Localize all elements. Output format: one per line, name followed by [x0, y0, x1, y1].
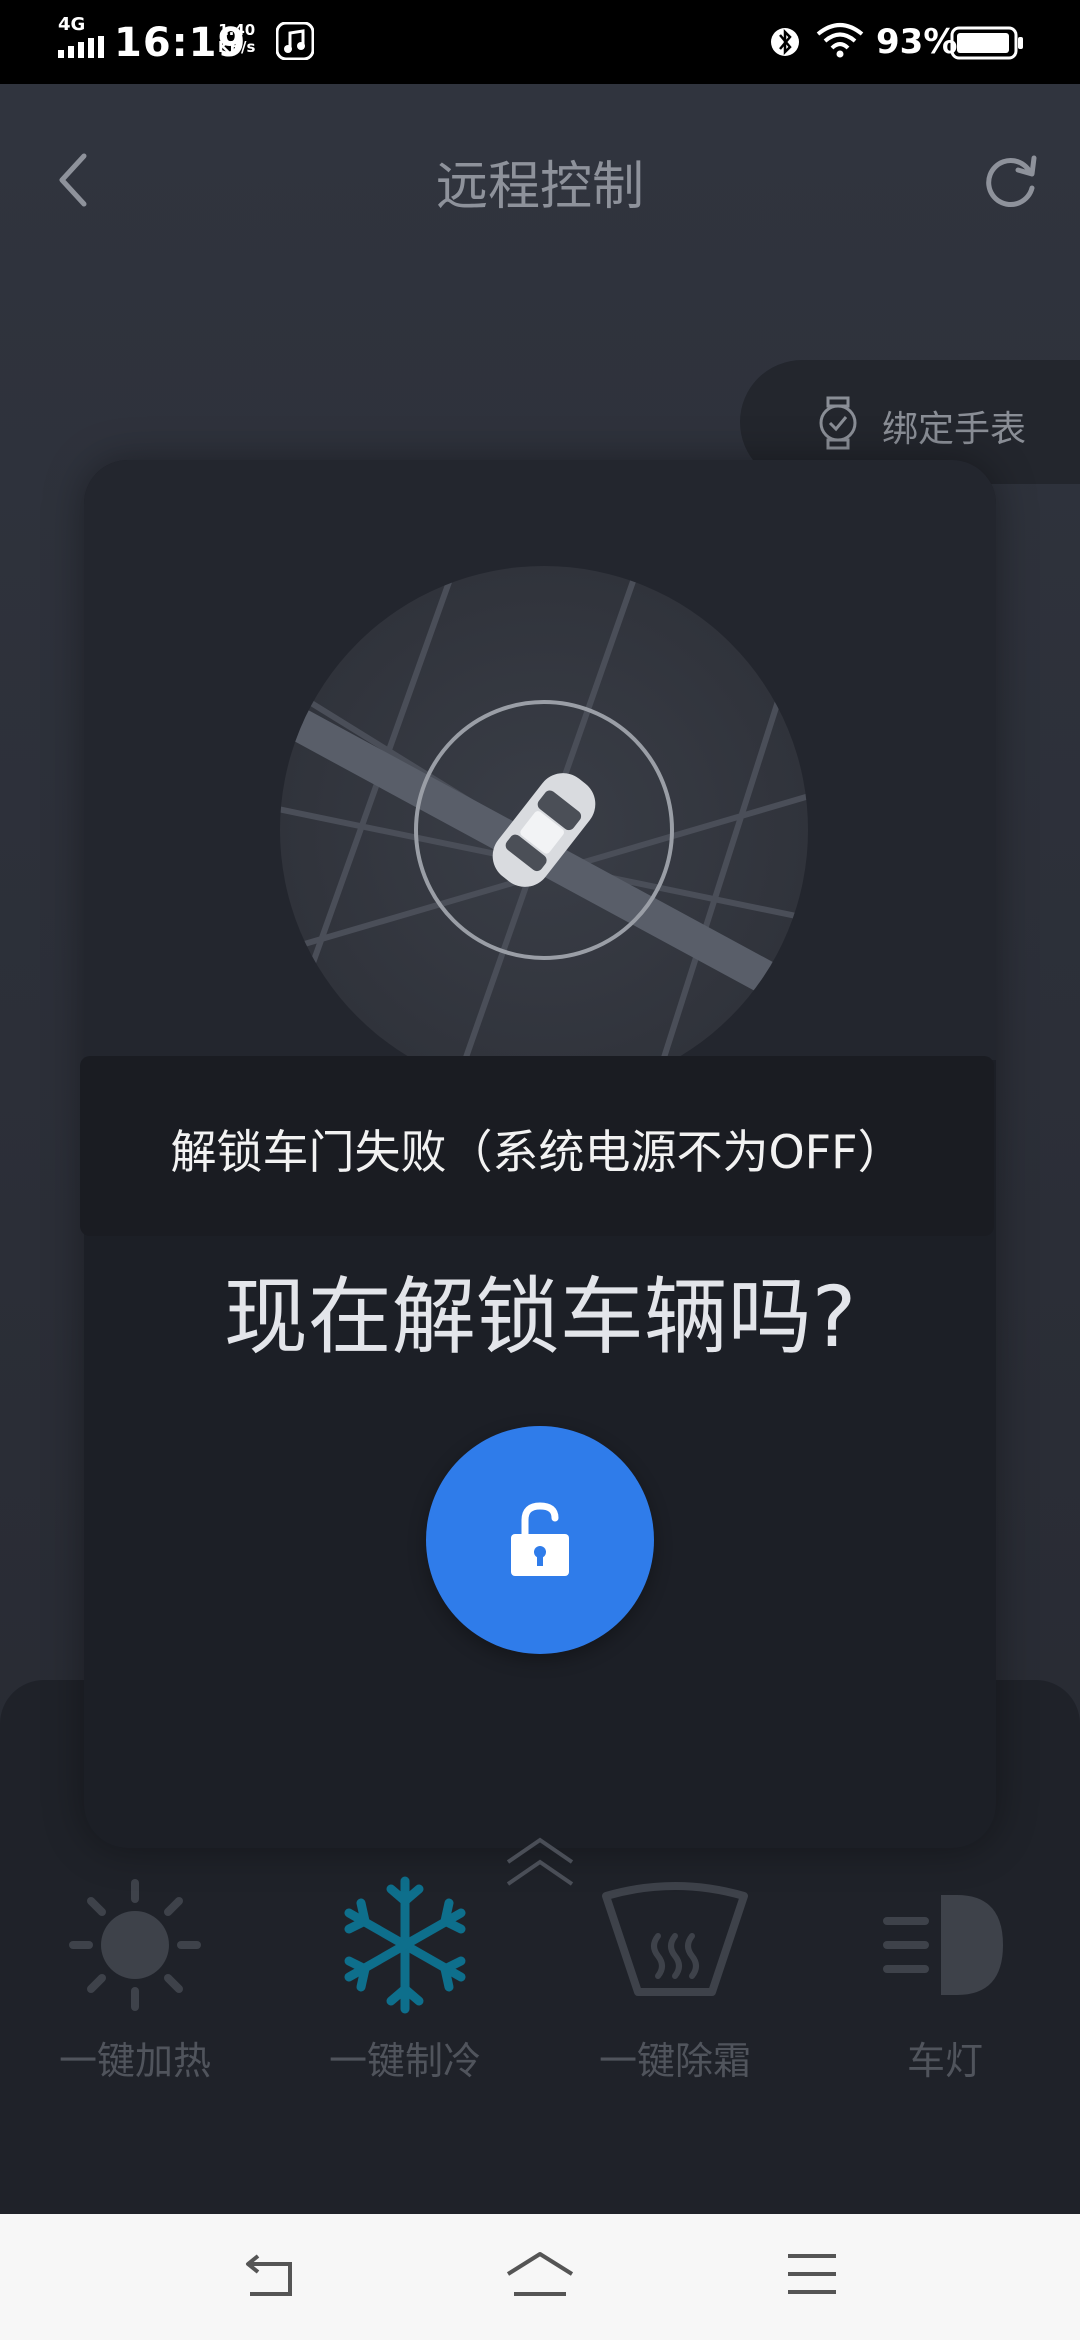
heat-label: 一键加热	[58, 2039, 211, 2083]
status-bar: 4G 16:19 1.40 KB/s 93%	[0, 0, 1080, 84]
network-speed: 1.40 KB/s	[218, 22, 255, 56]
page-title: 远程控制	[435, 157, 644, 217]
unlock-icon	[511, 1502, 569, 1576]
cool-function[interactable]: 一键制冷	[270, 1870, 540, 2085]
speed-unit: KB/s	[218, 38, 256, 56]
unlock-question: 现在解锁车辆吗?	[223, 1268, 857, 1366]
bluetooth-icon	[771, 28, 799, 56]
nav-back-icon[interactable]	[244, 2248, 296, 2300]
fail-message: 解锁车门失败（系统电源不为OFF）	[170, 1125, 904, 1179]
cool-label: 一键制冷	[328, 2039, 481, 2083]
map-illustration	[280, 566, 808, 1094]
expand-up-icon[interactable]	[504, 1834, 576, 1890]
headlight-label: 车灯	[906, 2039, 983, 2083]
nav-home-icon[interactable]	[504, 2248, 576, 2300]
speed-value: 1.40	[218, 21, 256, 39]
bind-watch-label: 绑定手表	[882, 409, 1027, 450]
headlight-icon	[883, 1895, 1003, 1995]
vehicle-map	[84, 460, 996, 1094]
defrost-function[interactable]: 一键除霜	[540, 1870, 810, 2085]
unlock-button[interactable]	[426, 1426, 654, 1654]
wifi-icon	[816, 23, 864, 58]
headlight-function[interactable]: 车灯	[810, 1870, 1080, 2085]
watch-icon	[819, 396, 857, 450]
network-type: 4G	[58, 14, 86, 35]
defrost-label: 一键除霜	[598, 2039, 751, 2083]
defrost-icon	[602, 1882, 748, 1996]
snowflake-icon	[344, 1876, 466, 2014]
signal-icon	[58, 36, 104, 58]
battery-percent: 93%	[876, 22, 958, 62]
fail-banner: 解锁车门失败（系统电源不为OFF）	[80, 1056, 994, 1236]
heat-function[interactable]: 一键加热	[0, 1870, 270, 2085]
nav-menu-icon[interactable]	[786, 2248, 838, 2300]
battery-icon	[950, 26, 1023, 60]
system-navbar	[0, 2214, 1080, 2340]
music-icon	[276, 22, 314, 60]
sun-icon	[69, 1879, 201, 2011]
refresh-icon[interactable]	[980, 150, 1042, 212]
